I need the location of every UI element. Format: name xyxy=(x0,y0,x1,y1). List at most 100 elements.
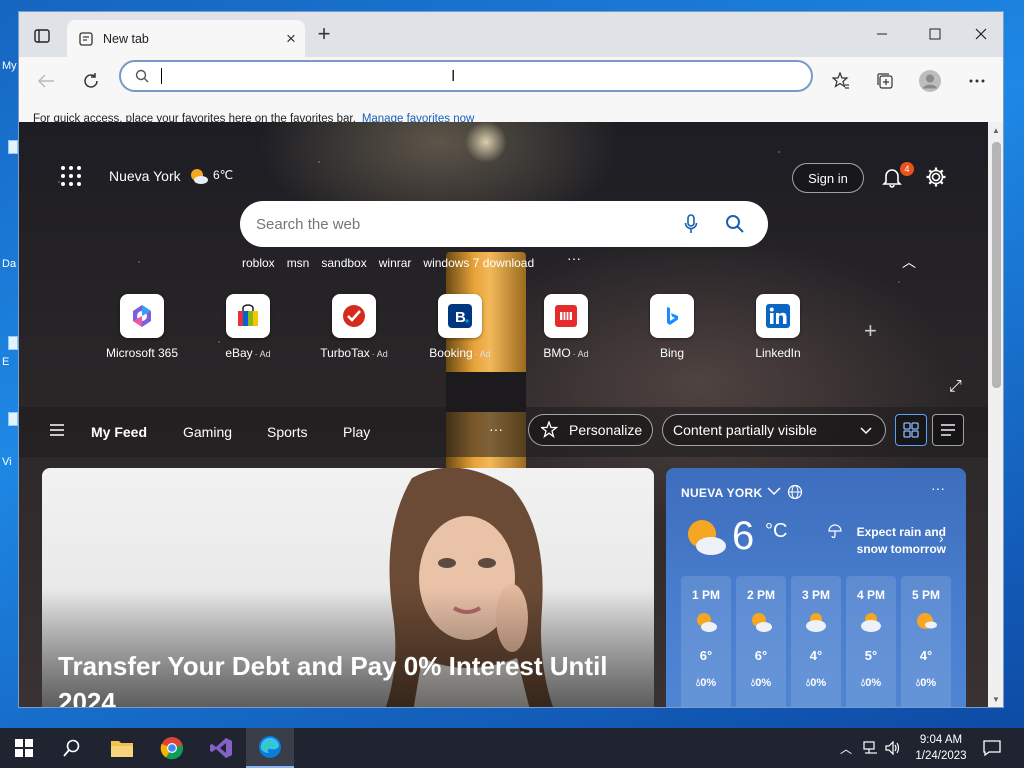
quick-link-bmo[interactable]: BMO · Ad xyxy=(513,294,619,360)
app-launcher-icon[interactable] xyxy=(61,166,81,186)
notification-center-icon[interactable] xyxy=(983,739,1001,757)
hourly-forecast-item[interactable]: 5 PM 4° 💧︎0% xyxy=(901,576,951,707)
content-visibility-select[interactable]: Content partially visible xyxy=(662,414,886,446)
tab-gaming[interactable]: Gaming xyxy=(183,424,232,440)
list-view-button[interactable] xyxy=(932,414,964,446)
file-explorer-button[interactable] xyxy=(98,728,146,768)
taskbar-search-button[interactable] xyxy=(48,728,96,768)
trending-item[interactable]: roblox xyxy=(242,256,275,270)
hourly-forecast-item[interactable]: 1 PM 6° 💧︎0% xyxy=(681,576,731,707)
scroll-down-arrow-icon[interactable]: ▼ xyxy=(992,695,1000,704)
scroll-up-arrow-icon[interactable]: ▲ xyxy=(992,126,1000,135)
expand-icon[interactable]: ⤢ xyxy=(949,378,962,396)
trending-item[interactable]: winrar xyxy=(379,256,412,270)
trending-item[interactable]: msn xyxy=(287,256,310,270)
grid-view-button[interactable] xyxy=(895,414,927,446)
sign-in-button[interactable]: Sign in xyxy=(792,163,864,193)
more-trending-icon[interactable]: ··· xyxy=(567,250,581,266)
sparkle-star-icon xyxy=(541,421,559,439)
hour-precipitation: 💧︎0% xyxy=(805,677,827,689)
temperature-unit[interactable]: °C xyxy=(765,520,787,543)
collections-icon[interactable] xyxy=(873,70,897,92)
tab-play[interactable]: Play xyxy=(343,424,370,440)
svg-text:B: B xyxy=(455,309,466,326)
settings-gear-icon[interactable] xyxy=(925,166,947,188)
weather-temp[interactable]: 6℃ xyxy=(213,168,233,182)
tab-sports[interactable]: Sports xyxy=(267,424,307,440)
content-visibility-value: Content partially visible xyxy=(673,422,817,438)
quick-link-booking[interactable]: B Booking · Ad xyxy=(407,294,513,360)
web-search-input[interactable] xyxy=(256,215,676,233)
favorites-icon[interactable] xyxy=(829,70,853,92)
chrome-logo-icon xyxy=(160,737,184,760)
search-icon xyxy=(135,69,149,83)
desktop-icon[interactable] xyxy=(8,336,18,350)
weather-city[interactable]: NUEVA YORK xyxy=(681,486,762,500)
taskbar: ︿ 9:04 AM 1/24/2023 xyxy=(0,728,1024,768)
back-button[interactable] xyxy=(33,69,59,93)
new-tab-page: Nueva York 6℃ Sign in 4 roblox msn sandb… xyxy=(19,122,988,707)
hourly-forecast-item[interactable]: 3 PM 4° 💧︎0% xyxy=(791,576,841,707)
scrollbar-thumb[interactable] xyxy=(992,142,1001,388)
weather-forecast-summary[interactable]: Expect rain and snow tomorrow xyxy=(826,524,946,558)
hourly-forecast-item[interactable]: 2 PM 6° 💧︎0% xyxy=(736,576,786,707)
vertical-scrollbar[interactable]: ▲ ▼ xyxy=(988,122,1003,707)
hourly-forecast-item[interactable]: 4 PM 5° 💧︎0% xyxy=(846,576,896,707)
mostly-cloudy-icon xyxy=(806,613,826,632)
address-bar[interactable]: I xyxy=(119,60,813,92)
quick-link-microsoft-365[interactable]: Microsoft 365 xyxy=(89,294,195,360)
voice-search-icon[interactable] xyxy=(676,209,706,239)
web-search-box[interactable] xyxy=(240,201,768,247)
maximize-button[interactable] xyxy=(912,20,958,48)
start-button[interactable] xyxy=(0,728,48,768)
hour-temperature: 6° xyxy=(699,648,713,663)
more-tabs-icon[interactable]: ··· xyxy=(489,421,503,437)
desktop-icon[interactable] xyxy=(8,412,18,426)
hero-article-card[interactable]: Transfer Your Debt and Pay 0% Interest U… xyxy=(42,468,654,707)
search-icon xyxy=(63,739,80,757)
ad-label: · Ad xyxy=(371,349,388,359)
more-menu-icon[interactable] xyxy=(965,70,989,92)
network-icon[interactable] xyxy=(863,741,879,755)
hero-article-title[interactable]: Transfer Your Debt and Pay 0% Interest U… xyxy=(58,648,648,707)
minimize-button[interactable] xyxy=(859,20,905,48)
refresh-button[interactable] xyxy=(78,69,104,93)
weather-card[interactable]: NUEVA YORK ··· 6 °C Expect rain and snow… xyxy=(666,468,966,707)
edge-button[interactable] xyxy=(246,728,294,768)
tab-my-feed[interactable]: My Feed xyxy=(91,424,147,440)
bing-logo-icon xyxy=(667,307,678,325)
location-globe-icon[interactable] xyxy=(787,484,803,500)
microsoft-365-logo-icon xyxy=(133,305,151,327)
quick-link-linkedin[interactable]: LinkedIn xyxy=(725,294,831,360)
search-submit-icon[interactable] xyxy=(720,209,750,239)
visual-studio-button[interactable] xyxy=(197,728,245,768)
personalize-button[interactable]: Personalize xyxy=(528,414,653,446)
system-clock[interactable]: 9:04 AM 1/24/2023 xyxy=(908,732,974,764)
desktop-icon[interactable] xyxy=(8,140,18,154)
close-window-button[interactable] xyxy=(958,20,1003,48)
add-quick-link-icon[interactable]: + xyxy=(864,318,877,344)
tab-actions-icon[interactable] xyxy=(31,25,53,47)
toolbar: I xyxy=(19,57,1003,105)
weather-more-icon[interactable]: ··· xyxy=(931,480,945,496)
weather-location[interactable]: Nueva York xyxy=(109,168,181,184)
hamburger-menu-icon[interactable] xyxy=(49,423,65,437)
address-input[interactable] xyxy=(166,68,811,84)
quick-link-bing[interactable]: Bing xyxy=(619,294,725,360)
trending-item[interactable]: windows 7 download xyxy=(423,256,534,270)
tile-label: LinkedIn xyxy=(755,346,801,360)
quick-link-ebay[interactable]: eBay · Ad xyxy=(195,294,301,360)
profile-avatar-icon[interactable] xyxy=(918,70,942,92)
chevron-down-icon[interactable] xyxy=(766,484,782,498)
collapse-chevron-icon[interactable]: ︿ xyxy=(902,252,916,272)
show-hidden-icons-icon[interactable]: ︿ xyxy=(840,740,852,757)
volume-icon[interactable] xyxy=(885,741,901,755)
close-tab-icon[interactable]: × xyxy=(277,29,305,49)
trending-item[interactable]: sandbox xyxy=(321,256,366,270)
chevron-right-icon[interactable]: › xyxy=(939,530,944,546)
chrome-button[interactable] xyxy=(148,728,196,768)
grid-view-icon xyxy=(903,422,919,438)
new-tab-button[interactable]: + xyxy=(313,23,335,46)
quick-link-turbotax[interactable]: TurboTax · Ad xyxy=(301,294,407,360)
tab-new-tab[interactable]: New tab × xyxy=(67,20,305,57)
